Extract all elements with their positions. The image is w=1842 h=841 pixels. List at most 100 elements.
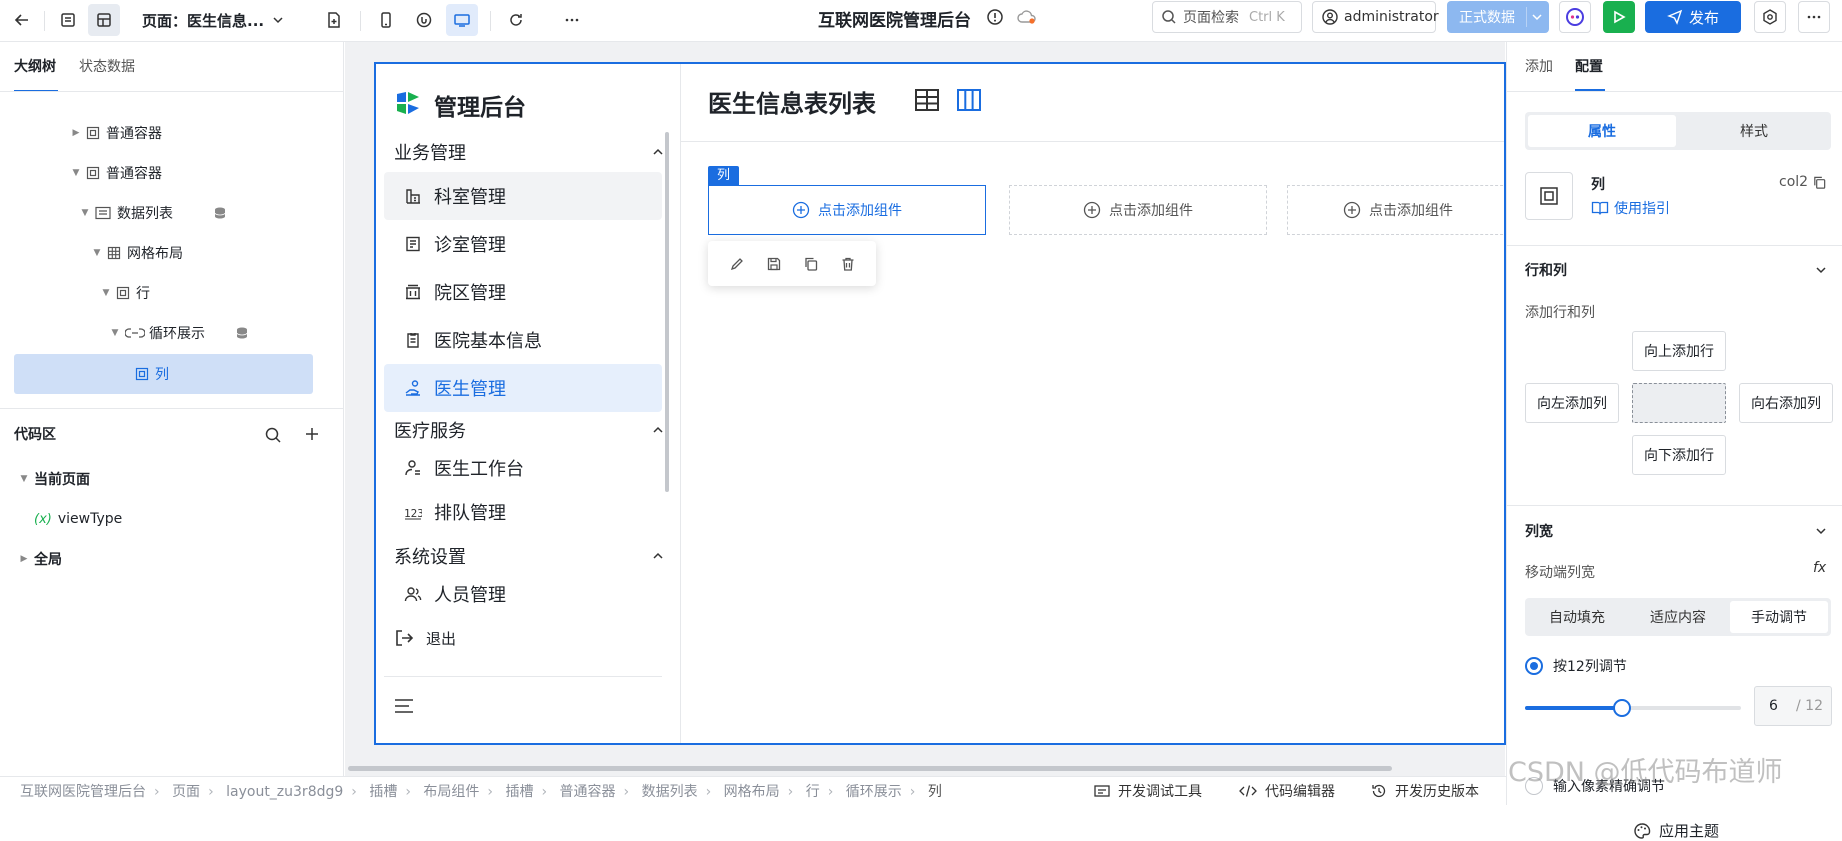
copy-icon[interactable]: [1812, 175, 1827, 190]
slider-handle[interactable]: [1613, 699, 1631, 717]
tree-node-column-selected[interactable]: 列: [14, 354, 313, 394]
tree-node-container-1[interactable]: ▶ 普通容器: [70, 117, 162, 149]
mode-auto-fill[interactable]: 自动填充: [1528, 601, 1626, 633]
table-view-icon[interactable]: [914, 87, 940, 113]
add-component-slot-3[interactable]: 点击添加组件: [1287, 185, 1504, 235]
add-component-slot-selected[interactable]: 点击添加组件: [708, 185, 986, 235]
breadcrumb-item[interactable]: 循环展示: [846, 781, 902, 801]
menu-item-campus[interactable]: 院区管理: [384, 268, 662, 316]
breadcrumb-item[interactable]: 行: [806, 781, 820, 801]
edit-icon[interactable]: [729, 256, 745, 272]
breadcrumb-item[interactable]: layout_zu3r8dg9: [226, 784, 343, 800]
tree-node-loop-display[interactable]: ▼ 循环展示: [109, 317, 249, 349]
more-icon[interactable]: [556, 4, 588, 36]
tab-outline-tree[interactable]: 大纲树: [14, 56, 56, 76]
column-count-value: 6: [1769, 698, 1778, 714]
menu-item-hospital-info[interactable]: 医院基本信息: [384, 316, 662, 364]
component-name: 列: [1591, 177, 1605, 193]
add-row-below-button[interactable]: 向下添加行: [1632, 435, 1726, 475]
page-list-icon[interactable]: [52, 4, 84, 36]
code-global[interactable]: ▶ 全局: [18, 543, 62, 575]
breadcrumb-item[interactable]: 互联网医院管理后台: [20, 781, 146, 801]
menu-item-room[interactable]: 诊室管理: [384, 220, 662, 268]
usage-guide-link[interactable]: 使用指引: [1591, 198, 1670, 218]
back-arrow-icon[interactable]: [6, 4, 38, 36]
add-col-right-button[interactable]: 向右添加列: [1739, 383, 1833, 423]
user-menu[interactable]: administrator: [1312, 1, 1439, 33]
menu-item-workbench[interactable]: 医生工作台: [384, 446, 662, 490]
page-search-input[interactable]: 页面检索 Ctrl K: [1152, 1, 1302, 33]
search-icon[interactable]: [264, 426, 282, 444]
code-current-page[interactable]: ▼ 当前页面: [18, 463, 90, 495]
desktop-view-icon[interactable]: [446, 4, 478, 36]
mini-program-icon[interactable]: [408, 4, 440, 36]
code-editor-button[interactable]: 代码编辑器: [1239, 781, 1335, 801]
mode-fit-content[interactable]: 适应内容: [1629, 601, 1727, 633]
code-variable-viewtype[interactable]: (x) viewType: [34, 503, 122, 535]
dev-tools-button[interactable]: 开发调试工具: [1094, 781, 1202, 801]
history-button[interactable]: 开发历史版本: [1371, 781, 1479, 801]
caret-right-icon: ▶: [72, 128, 80, 138]
menu-item-department[interactable]: 科室管理: [384, 172, 662, 220]
segment-style[interactable]: 样式: [1680, 115, 1828, 147]
mobile-view-icon[interactable]: [370, 4, 402, 36]
breadcrumb-item[interactable]: 插槽: [505, 781, 533, 801]
add-col-left-button[interactable]: 向左添加列: [1525, 383, 1619, 423]
ai-assistant-icon[interactable]: [1559, 1, 1591, 33]
save-icon[interactable]: [766, 256, 782, 272]
menu-item-doctor[interactable]: 医生管理: [384, 364, 662, 412]
chevron-down-icon[interactable]: [1815, 525, 1827, 537]
settings-icon[interactable]: [1754, 1, 1786, 33]
cloud-sync-icon[interactable]: [1017, 9, 1037, 25]
add-icon[interactable]: [304, 426, 320, 442]
run-preview-button[interactable]: [1603, 1, 1635, 33]
tree-node-row[interactable]: ▼ 行: [100, 277, 150, 309]
apply-theme-button[interactable]: 应用主题: [1633, 820, 1719, 841]
more-options-icon[interactable]: [1798, 1, 1830, 33]
column-count-input[interactable]: 6 / 12: [1754, 686, 1832, 726]
breadcrumb-item[interactable]: 插槽: [369, 781, 397, 801]
publish-button[interactable]: 发布: [1645, 1, 1741, 33]
tree-node-data-list[interactable]: ▼ 数据列表: [79, 197, 227, 229]
column-view-icon[interactable]: [956, 87, 982, 113]
menu-group-business[interactable]: 业务管理: [394, 134, 664, 170]
mode-manual[interactable]: 手动调节: [1730, 601, 1828, 633]
menu-group-system[interactable]: 系统设置: [394, 538, 664, 574]
new-page-icon[interactable]: [318, 4, 350, 36]
tab-add[interactable]: 添加: [1525, 56, 1553, 76]
breadcrumb-item[interactable]: 网格布局: [724, 781, 780, 801]
logout-link[interactable]: 退出: [394, 620, 456, 656]
tab-config[interactable]: 配置: [1575, 56, 1603, 76]
menu-group-medical[interactable]: 医疗服务: [394, 412, 664, 448]
chevron-down-icon[interactable]: [1815, 264, 1827, 276]
menu-item-queue[interactable]: 123 排队管理: [384, 490, 662, 534]
menu-item-users[interactable]: 人员管理: [384, 572, 662, 616]
tree-node-grid-layout[interactable]: ▼ 网格布局: [91, 237, 183, 269]
collapse-menu-icon[interactable]: [394, 698, 414, 714]
breadcrumb-item[interactable]: 布局组件: [423, 781, 479, 801]
copy-icon[interactable]: [803, 256, 819, 272]
add-component-slot-2[interactable]: 点击添加组件: [1009, 185, 1267, 235]
add-component-label: 点击添加组件: [1369, 203, 1453, 219]
breadcrumb-item[interactable]: 数据列表: [642, 781, 698, 801]
radio-12-columns[interactable]: 按12列调节: [1525, 656, 1627, 676]
breadcrumb-item[interactable]: 页面: [172, 781, 200, 801]
sidebar-scrollbar[interactable]: [665, 132, 669, 492]
tab-state-data[interactable]: 状态数据: [79, 56, 135, 76]
breadcrumb-item[interactable]: 普通容器: [560, 781, 616, 801]
delete-icon[interactable]: [840, 256, 856, 272]
info-icon[interactable]: [986, 8, 1004, 26]
canvas-horizontal-scrollbar[interactable]: [348, 766, 1392, 771]
segment-properties[interactable]: 属性: [1528, 115, 1676, 147]
env-data-selector[interactable]: 正式数据: [1447, 1, 1549, 33]
layout-icon[interactable]: [88, 4, 120, 36]
chevron-up-icon: [652, 146, 664, 158]
breadcrumb-item-current[interactable]: 列: [928, 781, 942, 801]
tree-node-label: 行: [136, 286, 150, 302]
formula-icon[interactable]: fx: [1813, 560, 1826, 576]
page-selector[interactable]: 页面：医生信息...: [134, 4, 294, 36]
tree-node-container-2[interactable]: ▼ 普通容器: [70, 157, 162, 189]
refresh-icon[interactable]: [500, 4, 532, 36]
add-row-above-button[interactable]: 向上添加行: [1632, 331, 1726, 371]
column-slider[interactable]: [1525, 699, 1741, 717]
